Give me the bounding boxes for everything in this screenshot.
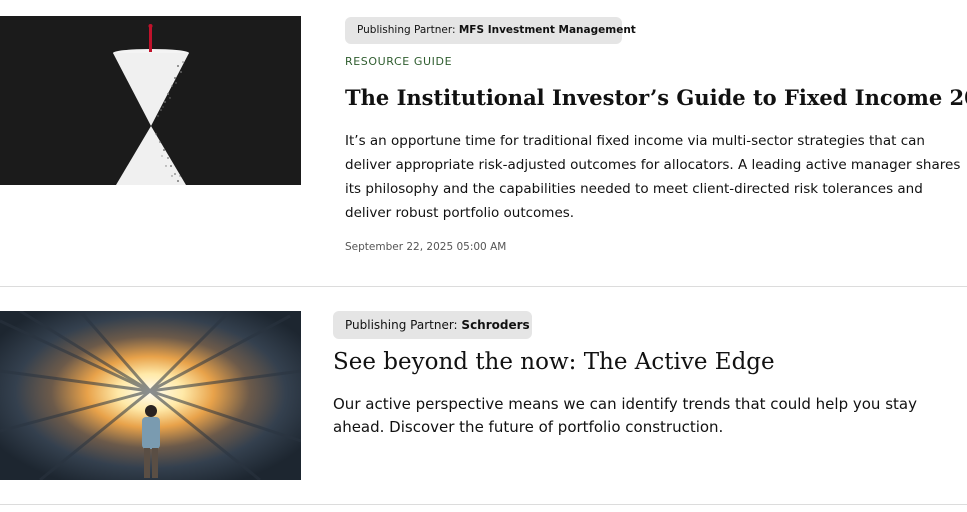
- partner-name: MFS Investment Management: [458, 24, 636, 36]
- article-thumbnail-city-tunnel[interactable]: [0, 311, 301, 480]
- article-description: Our active perspective means we can iden…: [333, 395, 917, 436]
- article-card-active-edge[interactable]: Publishing Partner: Schroders See beyond…: [0, 287, 967, 505]
- partner-prefix: Publishing Partner:: [357, 24, 456, 36]
- publishing-partner-badge: Publishing Partner: Schroders: [333, 311, 532, 339]
- article-date: September 22, 2025 05:00 AM: [345, 241, 507, 253]
- hourglass-illustration: [0, 16, 301, 185]
- article-kicker[interactable]: RESOURCE GUIDE: [345, 55, 452, 68]
- article-title[interactable]: The Institutional Investor’s Guide to Fi…: [345, 85, 967, 110]
- article-title[interactable]: See beyond the now: The Active Edge: [333, 349, 775, 375]
- article-description: It’s an opportune time for traditional f…: [345, 133, 961, 221]
- divider: [0, 504, 967, 505]
- article-card-fixed-income[interactable]: Publishing Partner: MFS Investment Manag…: [0, 0, 967, 286]
- partner-prefix: Publishing Partner:: [345, 318, 458, 332]
- article-thumbnail-hourglass[interactable]: [0, 16, 301, 185]
- city-tunnel-light-photo: [0, 311, 301, 480]
- publishing-partner-badge: Publishing Partner: MFS Investment Manag…: [345, 17, 636, 44]
- partner-name: Schroders: [461, 318, 530, 332]
